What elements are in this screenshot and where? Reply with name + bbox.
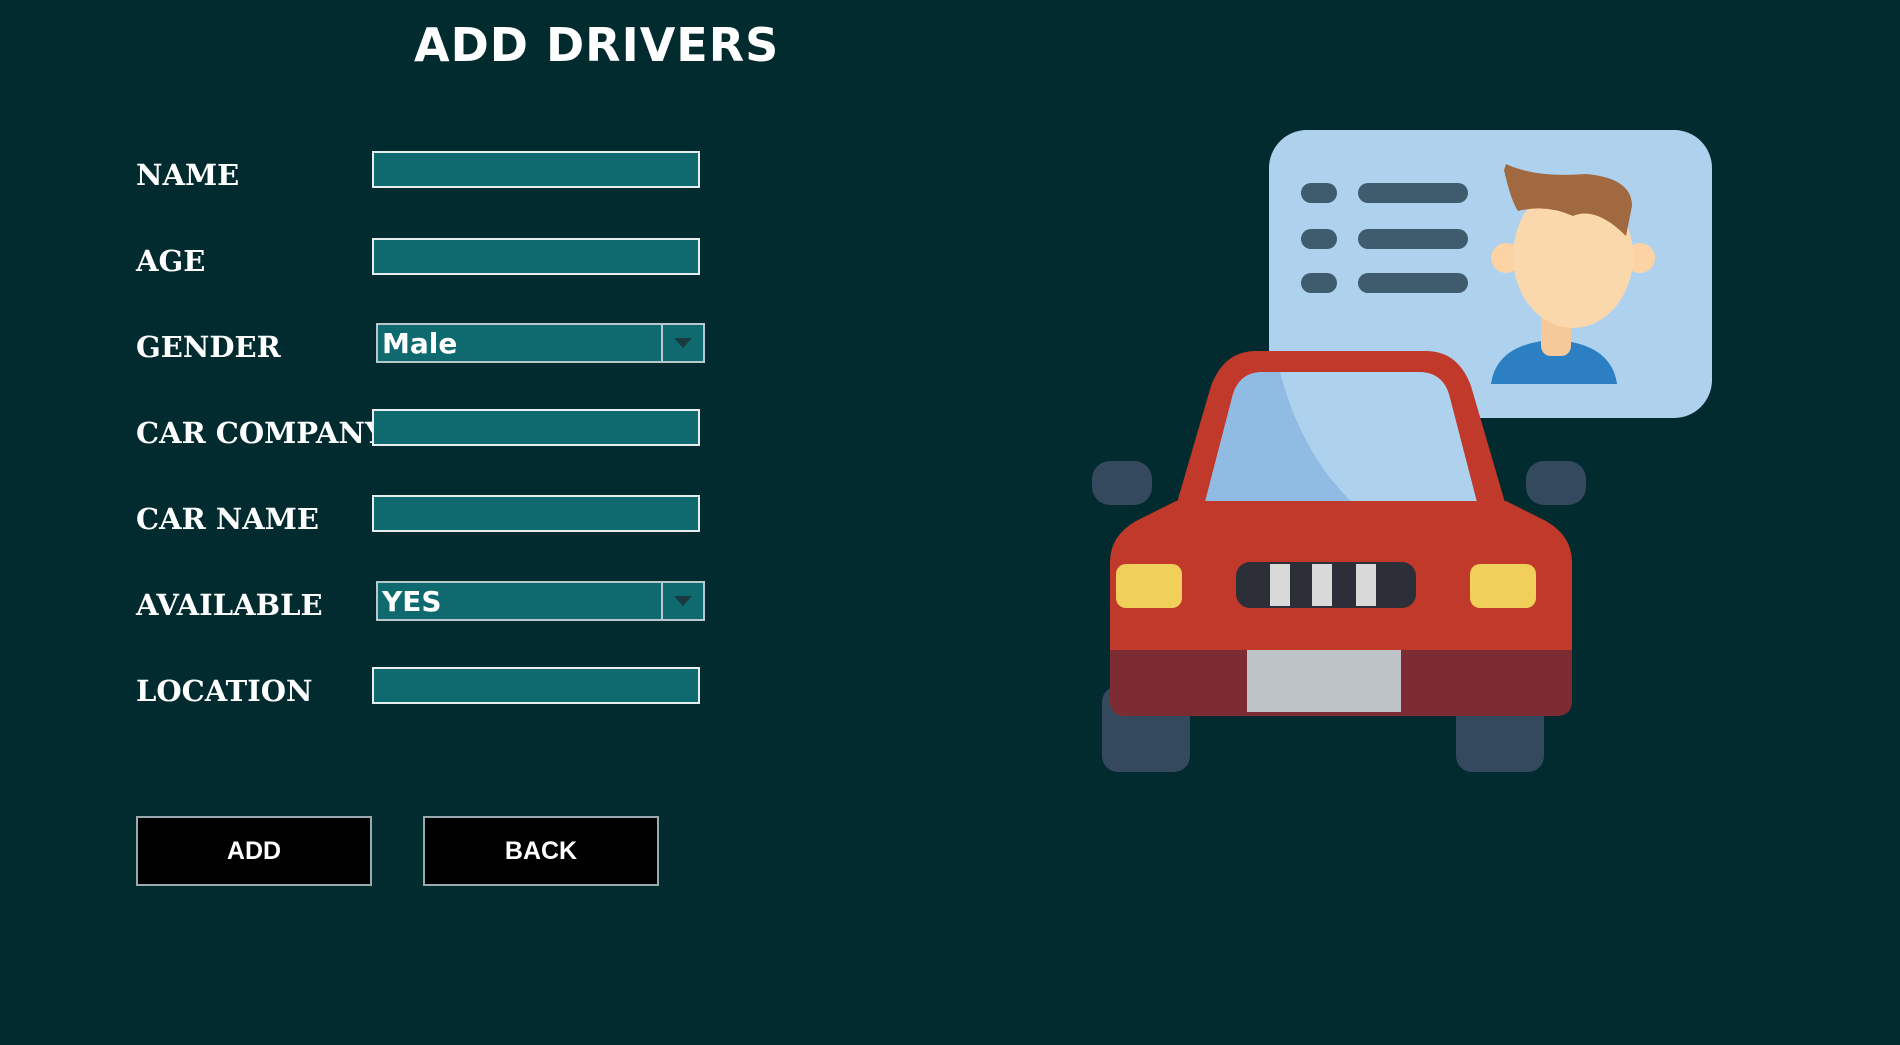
car-company-field[interactable] <box>372 409 700 446</box>
age-field[interactable] <box>372 238 700 275</box>
gender-select-value: Male <box>378 325 663 361</box>
available-label: AVAILABLE <box>136 588 323 622</box>
location-field[interactable] <box>372 667 700 704</box>
add-button[interactable]: ADD <box>136 816 372 886</box>
page-title: ADD DRIVERS <box>414 18 780 72</box>
location-label: LOCATION <box>136 674 313 708</box>
gender-label: GENDER <box>136 330 281 364</box>
chevron-down-icon[interactable] <box>663 325 703 361</box>
gender-select[interactable]: Male <box>376 323 705 363</box>
back-button[interactable]: BACK <box>423 816 659 886</box>
name-field[interactable] <box>372 151 700 188</box>
car-company-label: CAR COMPANY <box>136 416 386 450</box>
driver-license-car-illustration <box>1066 126 1722 776</box>
name-label: NAME <box>136 158 240 192</box>
chevron-down-icon[interactable] <box>663 583 703 619</box>
available-select[interactable]: YES <box>376 581 705 621</box>
car-name-label: CAR NAME <box>136 502 319 536</box>
car-name-field[interactable] <box>372 495 700 532</box>
available-select-value: YES <box>378 583 663 619</box>
age-label: AGE <box>136 244 206 278</box>
